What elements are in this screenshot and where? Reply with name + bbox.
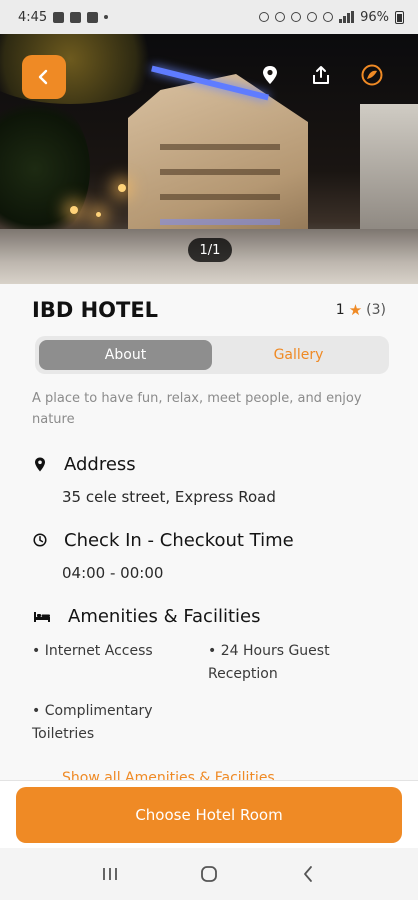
rating-value: 1 (335, 302, 345, 318)
lock-icon (259, 12, 270, 22)
street-light (70, 206, 78, 214)
building-windows (160, 194, 280, 200)
checkin-title: Check In - Checkout Time (64, 529, 294, 551)
amenities-header: Amenities & Facilities (32, 604, 386, 628)
battery-percent: 96% (360, 9, 389, 25)
street-light (118, 184, 126, 192)
amenity-item: • 24 Hours Guest Reception (208, 643, 330, 682)
email-notification-icon (87, 11, 99, 23)
recent-apps-button[interactable] (95, 859, 125, 889)
hotel-description: A place to have fun, relax, meet people,… (32, 391, 362, 427)
rating[interactable]: 1 ★ (3) (336, 301, 386, 319)
wifi-icon (323, 12, 334, 22)
location-pin-icon (263, 66, 277, 84)
status-bar: 4:45 96% (0, 0, 418, 34)
amenity-item: • Internet Access (32, 643, 153, 659)
signal-icon (339, 11, 355, 23)
map-icon (361, 64, 383, 86)
clock-icon (32, 532, 48, 548)
map-button[interactable] (359, 62, 385, 88)
building-windows (160, 219, 280, 225)
home-button[interactable] (194, 859, 224, 889)
title-row: IBD HOTEL 1 ★ (3) (32, 294, 386, 326)
star-icon: ★ (348, 301, 363, 319)
status-time: 4:45 (18, 9, 48, 25)
gallery-notification-icon (53, 11, 65, 23)
back-icon (38, 69, 48, 85)
back-button[interactable] (22, 55, 66, 99)
hotel-details[interactable]: IBD HOTEL 1 ★ (3) About Gallery A place … (0, 284, 418, 780)
amenities-list: • Internet Access • 24 Hours Guest Recep… (32, 640, 386, 746)
tree-foliage-left (0, 94, 90, 244)
tab-about[interactable]: About (39, 340, 212, 370)
review-count: (3) (366, 302, 386, 318)
share-icon (313, 66, 329, 84)
mute-icon (307, 12, 318, 22)
amenity-item: • Complimentary Toiletries (32, 703, 153, 742)
building-windows (160, 169, 280, 175)
system-back-icon (304, 866, 313, 882)
recent-apps-icon (102, 868, 117, 880)
battery-icon (395, 10, 404, 24)
location-pin-icon (32, 456, 48, 472)
address-section: Address 35 cele street, Express Road (32, 452, 386, 506)
image-counter: 1/1 (188, 238, 232, 262)
bottom-action-bar: Choose Hotel Room (0, 780, 418, 848)
building-windows (160, 144, 280, 150)
bluetooth-icon (291, 12, 302, 22)
status-left: 4:45 (18, 9, 109, 25)
system-back-button[interactable] (293, 859, 323, 889)
location-pin-button[interactable] (257, 62, 283, 88)
image-notification-icon (70, 11, 82, 23)
share-button[interactable] (308, 62, 334, 88)
address-value: 35 cele street, Express Road (62, 488, 276, 506)
checkin-value: 04:00 - 00:00 (62, 564, 164, 582)
tab-gallery[interactable]: Gallery (212, 340, 385, 370)
hotel-name: IBD HOTEL (32, 298, 159, 322)
checkin-section: Check In - Checkout Time 04:00 - 00:00 (32, 528, 386, 582)
system-nav-bar (0, 848, 418, 900)
street-light (96, 212, 101, 217)
amenities-title: Amenities & Facilities (68, 605, 261, 627)
bed-icon (32, 608, 52, 624)
address-title: Address (64, 453, 136, 475)
choose-hotel-room-button[interactable]: Choose Hotel Room (16, 787, 402, 843)
detail-tabs: About Gallery (35, 336, 389, 374)
vibrate-icon (275, 12, 286, 22)
checkin-header: Check In - Checkout Time (32, 528, 386, 552)
more-notifications-icon (104, 15, 109, 19)
amenities-section: Amenities & Facilities • Internet Access… (32, 604, 386, 746)
address-header: Address (32, 452, 386, 476)
home-icon (201, 866, 217, 882)
status-right: 96% (259, 10, 404, 25)
side-building (360, 104, 418, 234)
show-all-amenities-link[interactable]: Show all Amenities & Facilities (62, 770, 275, 780)
